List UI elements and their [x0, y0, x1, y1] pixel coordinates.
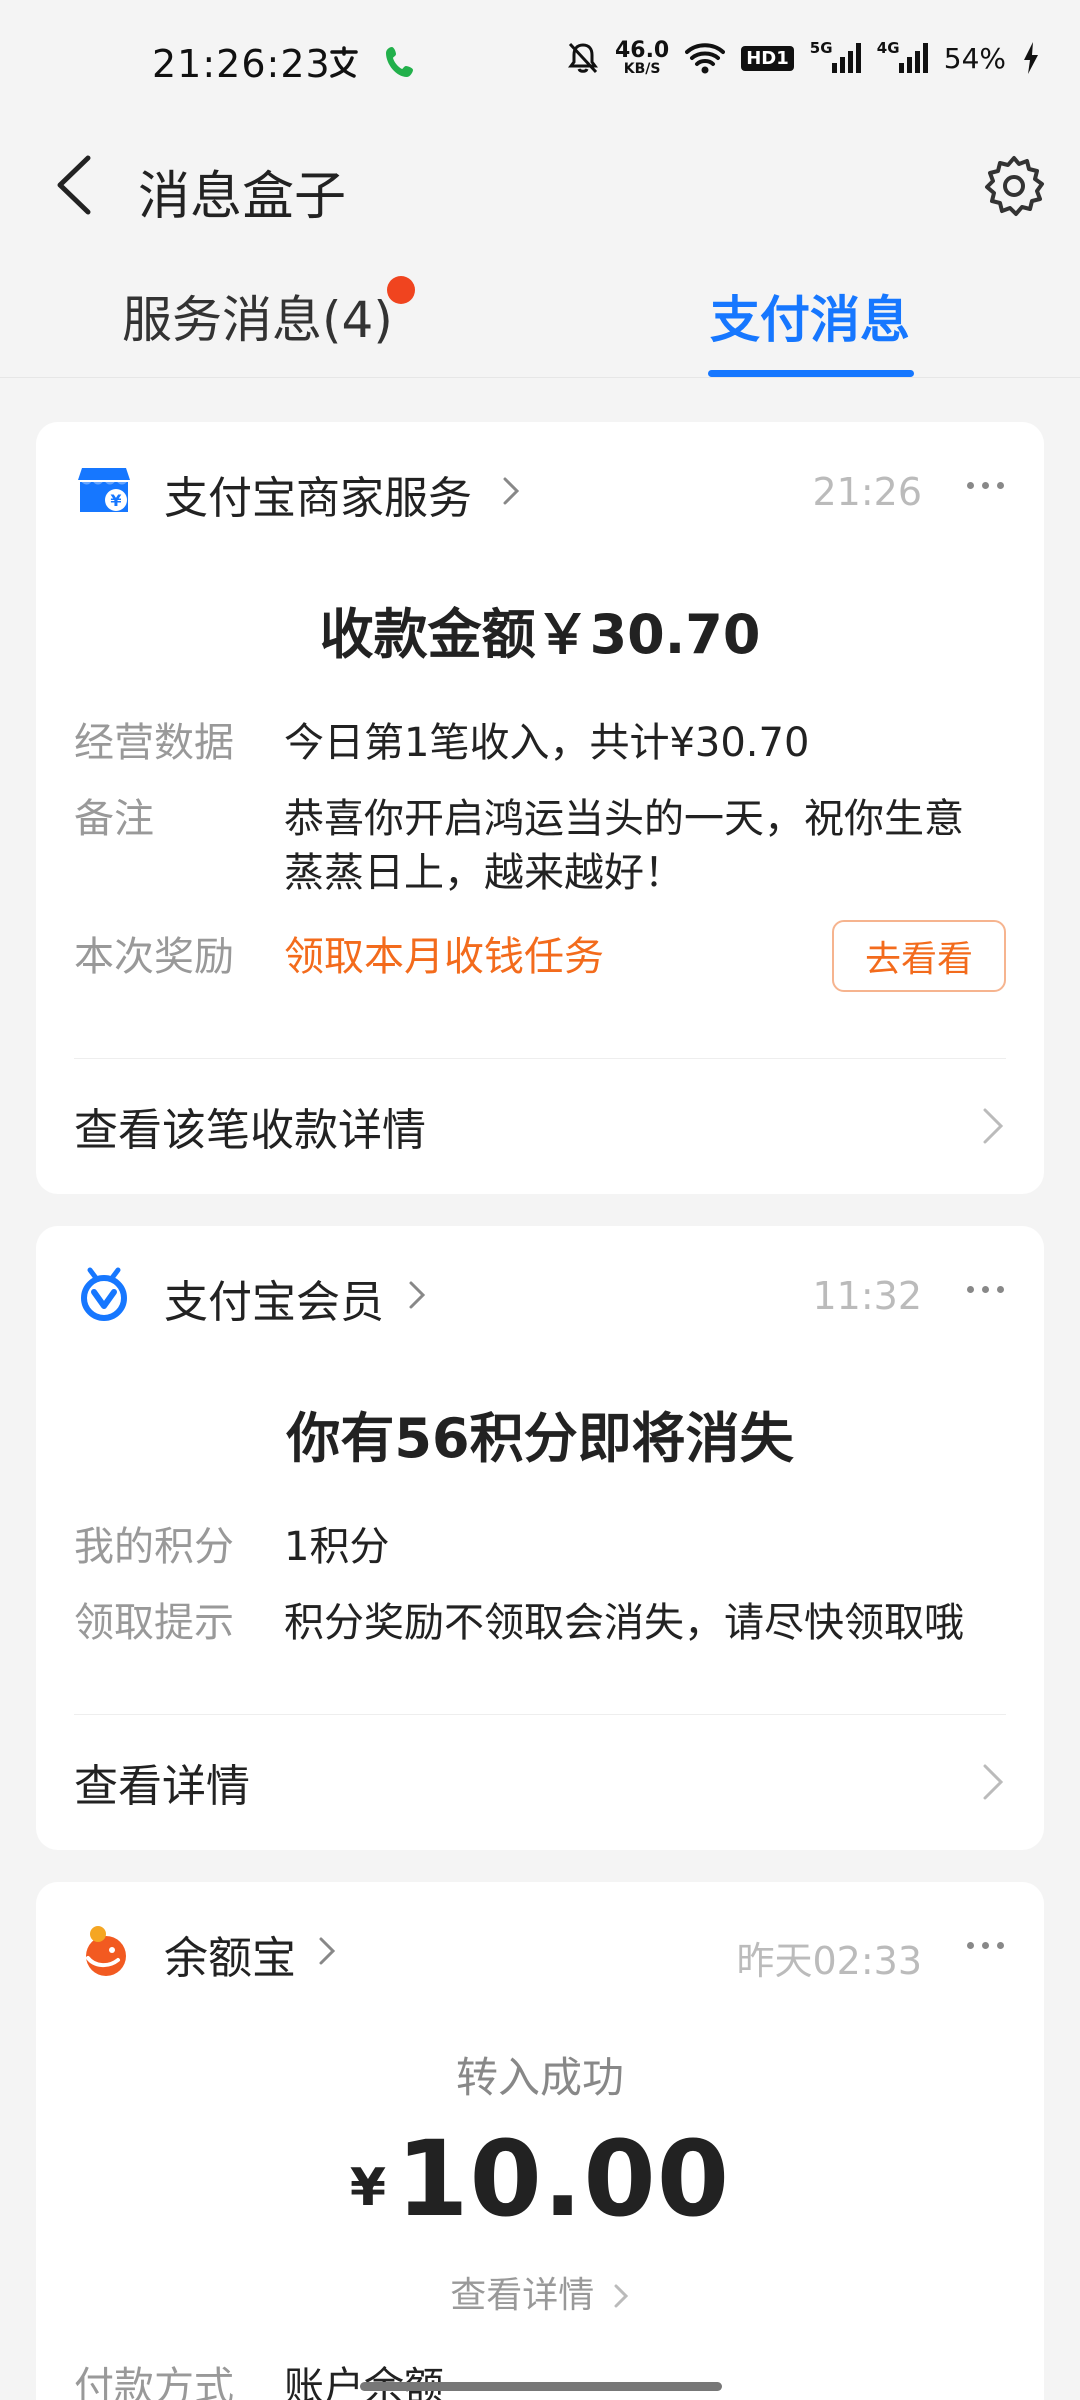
- status-time: 21:26:23: [152, 42, 331, 86]
- active-tab-indicator: [708, 370, 914, 377]
- card-headline: 你有56积分即将消失: [286, 1407, 794, 1470]
- merchant-store-icon: ¥: [78, 468, 130, 512]
- view-details-link[interactable]: 查看详情: [36, 2266, 1044, 2318]
- app-notification-icon: [330, 46, 358, 78]
- signal-4g-icon: 4G: [877, 39, 928, 73]
- view-details-link[interactable]: 查看详情: [74, 1715, 1006, 1849]
- message-card-membership[interactable]: 支付宝会员 11:32 你有56积分即将消失 我的积分 1积分 领取提示 积分奖…: [36, 1226, 1044, 1850]
- card-header: 支付宝会员 11:32: [36, 1226, 1044, 1356]
- chevron-left-icon: [57, 155, 91, 215]
- back-button[interactable]: [44, 150, 104, 220]
- phone-call-icon: [386, 47, 413, 77]
- tab-service-messages[interactable]: 服务消息(4): [122, 276, 415, 352]
- go-see-button[interactable]: 去看看: [832, 920, 1006, 992]
- svg-text:¥: ¥: [110, 491, 121, 510]
- message-card-merchant[interactable]: ¥ 支付宝商家服务 21:26 收款金额￥30.70 经营数据 今日第1笔收入，…: [36, 422, 1044, 1194]
- chevron-right-icon: [983, 1764, 1004, 1800]
- card-header: 余额宝 昨天02:33: [36, 1882, 1044, 2012]
- yuebao-logo-icon: [86, 1926, 126, 1976]
- card-headline: 收款金额￥30.70: [319, 603, 761, 666]
- membership-badge-icon: [81, 1267, 127, 1321]
- card-header: ¥ 支付宝商家服务 21:26: [36, 422, 1044, 552]
- hd-voice-icon: HD1: [741, 45, 794, 71]
- signal-5g-icon: 5G: [810, 39, 861, 73]
- detail-row: 付款方式 账户余额: [74, 2364, 444, 2400]
- chevron-right-icon: [319, 1937, 336, 1965]
- more-options-button[interactable]: [967, 482, 1004, 489]
- message-card-yuebao[interactable]: 余额宝 昨天02:33 转入成功 ¥10.00 查看详情 付款方式 账户余额: [36, 1882, 1044, 2400]
- chevron-right-icon: [614, 2284, 628, 2308]
- transfer-status: 转入成功: [455, 2053, 624, 2102]
- card-source-name[interactable]: 支付宝会员: [164, 1266, 384, 1330]
- gear-icon: [985, 156, 1044, 216]
- message-tabs: 服务消息(4) 支付消息: [0, 250, 1080, 378]
- message-box-page: 21:26:23 46.0 KB/S HD1 5G 4G 54% 消息盒子 服务…: [0, 0, 1080, 2400]
- detail-row: 领取提示 积分奖励不领取会消失，请尽快领取哦: [74, 1600, 964, 1646]
- chevron-right-icon: [409, 1281, 426, 1309]
- view-receipt-details-link[interactable]: 查看该笔收款详情: [74, 1059, 1006, 1193]
- charging-bolt-icon: [1024, 42, 1038, 74]
- network-speed: 46.0 KB/S: [614, 38, 670, 77]
- unread-badge: [386, 276, 415, 304]
- settings-button[interactable]: [976, 148, 1052, 224]
- transfer-amount: ¥10.00: [349, 2118, 731, 2240]
- detail-row: 我的积分 1积分: [74, 1524, 390, 1570]
- more-options-button[interactable]: [967, 1942, 1004, 1949]
- home-indicator[interactable]: [360, 2382, 722, 2391]
- battery-level: 54%: [943, 41, 1006, 75]
- card-time: 11:32: [812, 1274, 922, 1318]
- card-time: 21:26: [812, 470, 922, 514]
- reward-task-link[interactable]: 领取本月收钱任务: [284, 930, 604, 984]
- detail-row: 经营数据 今日第1笔收入，共计¥30.70: [74, 720, 810, 766]
- wifi-icon: [685, 43, 726, 74]
- tab-payment-messages[interactable]: 支付消息: [710, 280, 910, 352]
- chevron-right-icon: [503, 477, 520, 505]
- detail-row: 备注 恭喜你开启鸿运当头的一天，祝你生意 蒸蒸日上，越来越好！: [74, 796, 964, 896]
- page-title: 消息盒子: [138, 167, 347, 227]
- nav-header: 消息盒子: [0, 130, 1080, 240]
- card-source-name[interactable]: 余额宝: [164, 1922, 296, 1986]
- status-bar: 21:26:23 46.0 KB/S HD1 5G 4G 54%: [0, 0, 1080, 130]
- bell-muted-icon: [567, 42, 598, 74]
- chevron-right-icon: [983, 1108, 1004, 1144]
- card-time: 昨天02:33: [736, 1939, 922, 1983]
- more-options-button[interactable]: [967, 1286, 1004, 1293]
- card-source-name[interactable]: 支付宝商家服务: [164, 462, 472, 526]
